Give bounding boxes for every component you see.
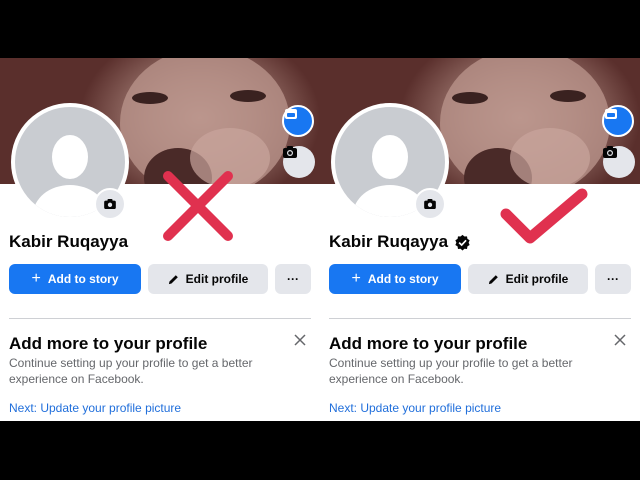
edit-profile-label: Edit profile <box>185 272 249 286</box>
plus-icon: + <box>31 270 41 287</box>
story-archive-button[interactable] <box>282 105 314 137</box>
divider <box>9 318 311 319</box>
profile-name: Kabir Ruqayya <box>9 232 129 251</box>
edit-profile-button[interactable]: Edit profile <box>148 264 268 294</box>
camera-icon <box>603 146 617 158</box>
divider <box>329 318 631 319</box>
more-options-button[interactable]: ··· <box>595 264 631 294</box>
close-icon[interactable] <box>294 334 308 348</box>
more-label: ··· <box>607 272 619 286</box>
avatar-camera-button[interactable] <box>94 188 126 220</box>
story-icon <box>605 109 617 119</box>
update-profile-picture-link[interactable]: Next: Update your profile picture <box>329 401 501 415</box>
checkmark-icon <box>500 188 588 244</box>
add-to-story-button[interactable]: + Add to story <box>329 264 461 294</box>
add-to-story-label: Add to story <box>47 272 119 286</box>
more-label: ··· <box>287 272 299 286</box>
verified-badge-icon <box>455 234 470 250</box>
card-title: Add more to your profile <box>9 334 208 353</box>
profile-name-row: Kabir Ruqayya <box>329 232 471 252</box>
more-options-button[interactable]: ··· <box>275 264 311 294</box>
story-archive-button[interactable] <box>602 105 634 137</box>
update-profile-picture-link[interactable]: Next: Update your profile picture <box>9 401 181 415</box>
pencil-icon <box>168 274 178 284</box>
card-description: Continue setting up your profile to get … <box>329 356 573 386</box>
add-to-story-button[interactable]: + Add to story <box>9 264 141 294</box>
close-icon[interactable] <box>614 334 628 348</box>
camera-icon <box>283 146 297 158</box>
avatar-camera-button[interactable] <box>414 188 446 220</box>
pencil-icon <box>488 274 498 284</box>
cross-icon <box>163 171 233 241</box>
edit-profile-button[interactable]: Edit profile <box>468 264 588 294</box>
story-icon <box>285 109 297 119</box>
card-title: Add more to your profile <box>329 334 528 353</box>
cover-camera-button[interactable] <box>283 146 315 178</box>
profile-panel-left: Kabir Ruqayya + Add to story Edit profil… <box>0 58 320 421</box>
camera-icon <box>104 199 116 209</box>
edit-profile-label: Edit profile <box>505 272 569 286</box>
add-to-story-label: Add to story <box>367 272 439 286</box>
cover-camera-button[interactable] <box>603 146 635 178</box>
profile-name-row: Kabir Ruqayya <box>9 232 128 252</box>
profile-name: Kabir Ruqayya <box>329 232 449 251</box>
profile-panel-right: Kabir Ruqayya + Add to story Edit profil… <box>320 58 640 421</box>
plus-icon: + <box>351 270 361 287</box>
camera-icon <box>424 199 436 209</box>
card-description: Continue setting up your profile to get … <box>9 356 253 386</box>
